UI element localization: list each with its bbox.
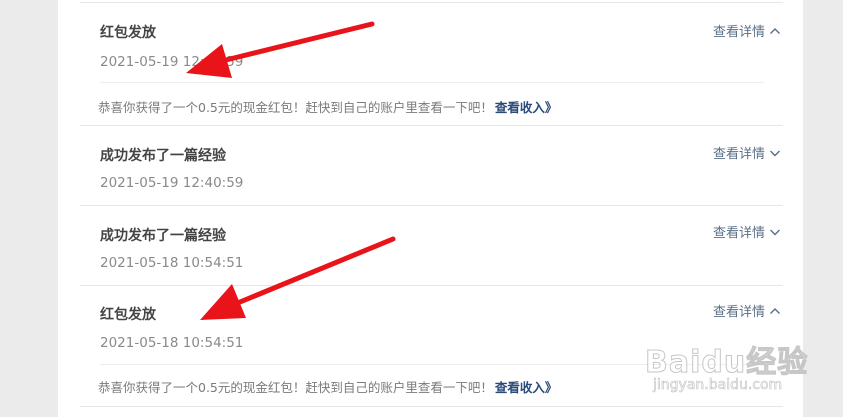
- detail-message-text: 恭喜你获得了一个0.5元的现金红包！赶快到自己的账户里查看一下吧！: [98, 100, 493, 115]
- divider: [80, 125, 783, 126]
- watermark-url: jingyan.baidu.com: [653, 377, 783, 394]
- view-details-label: 查看详情: [712, 25, 765, 40]
- notification-title: 成功发布了一篇经验: [100, 228, 226, 244]
- view-details-button[interactable]: 查看详情: [713, 301, 781, 320]
- chevron-up-icon: [770, 27, 780, 34]
- chevron-up-icon: [770, 307, 780, 314]
- divider: [80, 205, 783, 206]
- notification-date: 2021-05-18 10:54:51: [100, 255, 244, 271]
- watermark-logo: Baidu经验: [644, 345, 809, 381]
- view-details-label: 查看详情: [712, 305, 765, 320]
- notification-title: 红包发放: [100, 25, 156, 41]
- view-details-label: 查看详情: [712, 226, 765, 241]
- chevron-down-icon: [770, 150, 780, 156]
- chevron-down-icon: [770, 229, 780, 235]
- divider: [100, 82, 764, 83]
- notification-detail-message: 恭喜你获得了一个0.5元的现金红包！赶快到自己的账户里查看一下吧！ 查看收入》: [98, 97, 557, 116]
- view-details-label: 查看详情: [712, 147, 765, 162]
- detail-message-text: 恭喜你获得了一个0.5元的现金红包！赶快到自己的账户里查看一下吧！: [98, 380, 493, 395]
- view-income-link[interactable]: 查看收入》: [495, 100, 558, 115]
- view-income-link[interactable]: 查看收入》: [495, 380, 558, 395]
- notification-date: 2021-05-19 12:40:59: [100, 54, 244, 70]
- divider: [80, 285, 783, 286]
- notification-title: 红包发放: [100, 307, 156, 323]
- notification-date: 2021-05-18 10:54:51: [100, 335, 244, 351]
- view-details-button[interactable]: 查看详情: [713, 21, 781, 40]
- view-details-button[interactable]: 查看详情: [713, 222, 781, 241]
- divider: [80, 2, 783, 3]
- notification-detail-message: 恭喜你获得了一个0.5元的现金红包！赶快到自己的账户里查看一下吧！ 查看收入》: [98, 377, 557, 396]
- notification-date: 2021-05-19 12:40:59: [100, 175, 244, 191]
- baidu-jingyan-watermark: Baidu经验 jingyan.baidu.com: [644, 337, 809, 407]
- notification-title: 成功发布了一篇经验: [100, 148, 226, 164]
- view-details-button[interactable]: 查看详情: [713, 143, 781, 162]
